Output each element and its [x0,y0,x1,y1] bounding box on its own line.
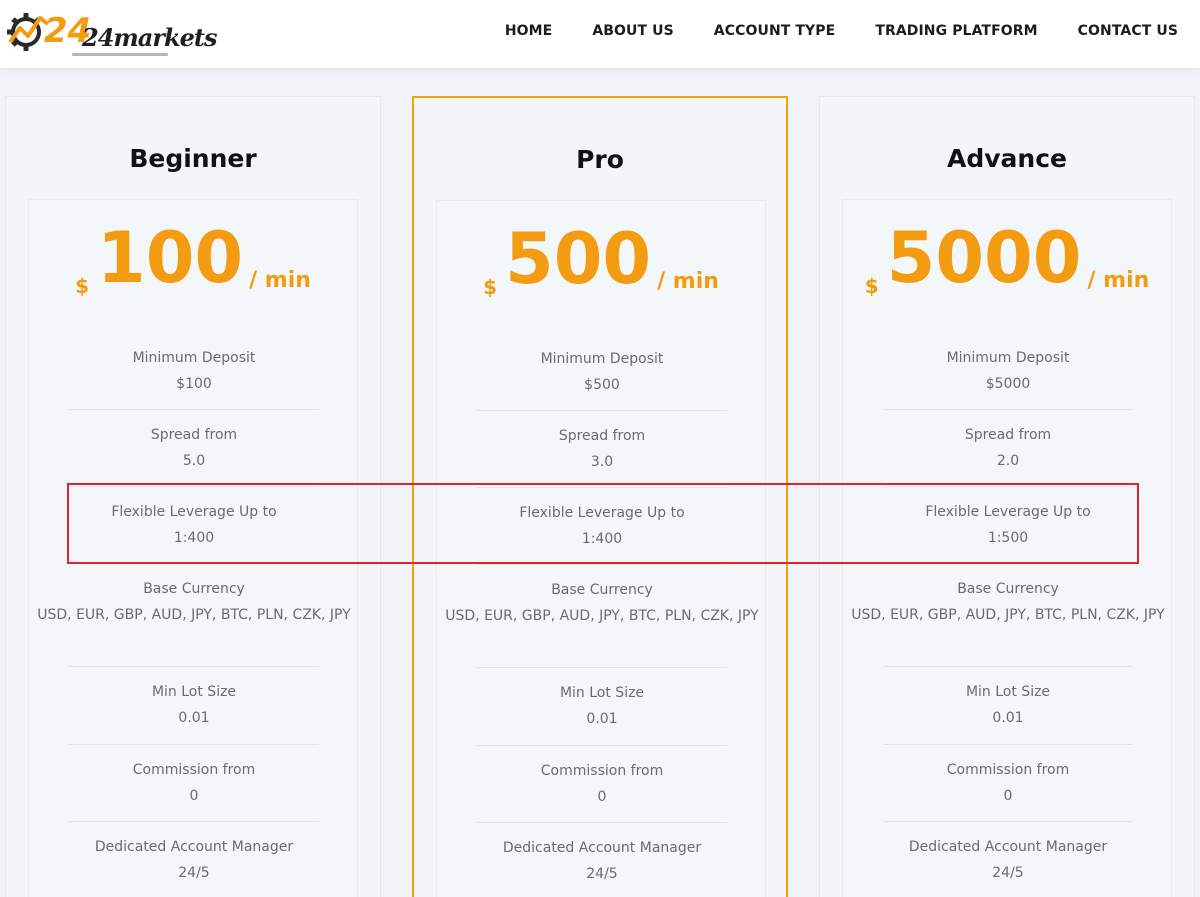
logo-tagline-mark [72,53,168,56]
feature-value: USD, EUR, GBP, AUD, JPY, BTC, PLN, CZK, … [37,607,351,623]
price-currency: $ [483,275,497,299]
plan-title: Beginner [129,144,257,173]
feature-label: Spread from [964,427,1052,443]
feature-label: Min Lot Size [965,684,1051,700]
feature-label: Flexible Leverage Up to [111,504,277,520]
feature-value: 5.0 [182,453,206,469]
nav-home[interactable]: HOME [505,22,553,40]
plan-card-beginner: Beginner $ 100 / min Minimum Deposit $10… [5,96,381,897]
feature-label: Flexible Leverage Up to [925,504,1091,520]
feature-divider [69,409,319,410]
plan-card-advance: Advance $ 5000 / min Minimum Deposit $50… [819,96,1195,897]
main-nav: HOME ABOUT US ACCOUNT TYPE TRADING PLATF… [465,22,1178,40]
feature-label: Spread from [558,428,646,444]
plan-details: $ 100 / min Minimum Deposit $100 Spread … [28,199,358,897]
feature-divider [883,409,1133,410]
price-period: / min [657,269,719,294]
price-amount: 100 [96,217,244,299]
plan-details: $ 500 / min Minimum Deposit $500 Spread … [436,200,766,897]
price-amount: 5000 [886,217,1082,299]
feature-label: Min Lot Size [151,684,237,700]
price-period: / min [249,268,311,293]
feature-value: 0.01 [992,710,1024,726]
feature-label: Minimum Deposit [540,351,664,367]
site-header: 24 24markets HOME ABOUT US ACCOUNT TYPE … [0,0,1200,68]
feature-value: USD, EUR, GBP, AUD, JPY, BTC, PLN, CZK, … [851,607,1165,623]
feature-label: Commission from [946,762,1070,778]
nav-account-type[interactable]: ACCOUNT TYPE [714,22,836,40]
feature-label: Spread from [150,427,238,443]
feature-value: 0 [189,788,199,804]
feature-value: 0 [597,789,607,805]
price-amount: 500 [504,218,652,300]
feature-value: 0.01 [178,710,210,726]
feature-divider [477,410,727,411]
price-currency: $ [75,274,89,298]
feature-divider [477,822,727,823]
feature-label: Minimum Deposit [946,350,1070,366]
feature-value: 24/5 [992,865,1024,881]
plan-price: $ 500 / min [437,219,765,299]
feature-divider [883,486,1133,487]
feature-value: 2.0 [996,453,1020,469]
feature-divider [883,744,1133,745]
nav-about-us[interactable]: ABOUT US [592,22,673,40]
feature-value: 0 [1003,788,1013,804]
feature-divider [477,564,727,565]
feature-label: Commission from [540,763,664,779]
plan-card-pro: Pro $ 500 / min Minimum Deposit $500 Spr… [412,96,788,897]
feature-divider [69,821,319,822]
feature-label: Dedicated Account Manager [94,839,294,855]
feature-divider [477,667,727,668]
feature-divider [883,666,1133,667]
plan-price: $ 5000 / min [843,218,1171,298]
feature-label: Base Currency [143,581,245,597]
feature-label: Dedicated Account Manager [502,840,702,856]
feature-value: 0.01 [586,711,618,727]
feature-value: USD, EUR, GBP, AUD, JPY, BTC, PLN, CZK, … [445,608,759,624]
feature-label: Base Currency [551,582,653,598]
site-logo[interactable]: 24 24markets [4,4,217,62]
feature-value: 1:400 [173,530,215,546]
feature-value: 1:400 [581,531,623,547]
feature-label: Minimum Deposit [132,350,256,366]
plan-details: $ 5000 / min Minimum Deposit $5000 Sprea… [842,199,1172,897]
feature-label: Dedicated Account Manager [908,839,1108,855]
feature-value: 3.0 [590,454,614,470]
plan-price: $ 100 / min [29,218,357,298]
feature-label: Commission from [132,762,256,778]
plan-title: Advance [947,144,1067,173]
price-period: / min [1087,268,1150,293]
feature-divider [69,563,319,564]
nav-contact-us[interactable]: CONTACT US [1078,22,1178,40]
feature-label: Min Lot Size [559,685,645,701]
feature-divider [69,666,319,667]
feature-label: Flexible Leverage Up to [519,505,685,521]
feature-divider [477,745,727,746]
feature-value: 24/5 [586,866,618,882]
plan-title: Pro [576,145,624,174]
feature-value: $5000 [985,376,1031,392]
feature-value: $500 [584,377,620,393]
feature-divider [883,821,1133,822]
nav-trading-platform[interactable]: TRADING PLATFORM [875,22,1037,40]
feature-divider [69,744,319,745]
feature-divider [477,487,727,488]
feature-label: Base Currency [957,581,1059,597]
feature-divider [69,486,319,487]
feature-value: $100 [176,376,212,392]
feature-value: 24/5 [178,865,210,881]
feature-value: 1:500 [987,530,1029,546]
feature-divider [883,563,1133,564]
price-currency: $ [864,274,879,298]
logo-text: 24markets [82,23,217,52]
